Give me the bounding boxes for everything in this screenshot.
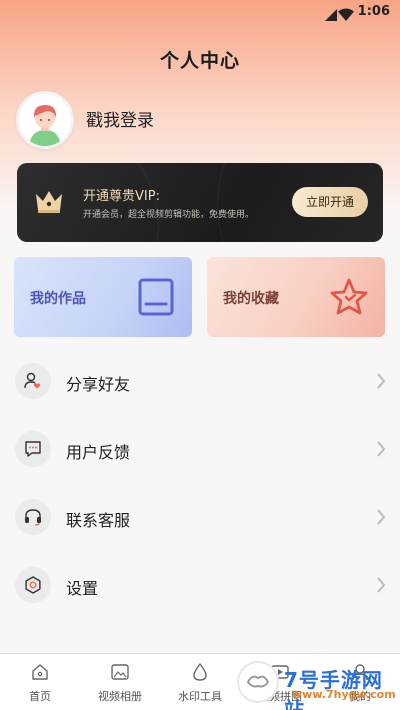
feedback-icon: [15, 431, 51, 467]
menu-item-feedback[interactable]: 用户反馈: [0, 419, 400, 479]
nav-watermark-tool[interactable]: 水印工具: [160, 654, 240, 710]
watermark-url: www.7hygw.com: [292, 688, 396, 701]
nav-label: 水印工具: [178, 690, 222, 703]
menu-item-settings[interactable]: 设置: [0, 555, 400, 615]
vip-open-button[interactable]: 立即开通: [292, 187, 368, 217]
site-watermark: 7号手游网站 www.7hygw.com: [236, 660, 398, 710]
menu-label: 联系客服: [66, 511, 131, 530]
my-works-card[interactable]: 我的作品: [14, 257, 192, 337]
menu-label: 用户反馈: [66, 443, 131, 462]
photo-icon: [111, 664, 129, 680]
wifi-icon: [338, 6, 354, 25]
home-icon: [32, 664, 48, 680]
nav-label: 首页: [29, 690, 51, 703]
my-works-label: 我的作品: [30, 291, 86, 307]
status-bar: 1:06: [0, 0, 400, 26]
vip-title: 开通尊贵VIP:: [83, 189, 160, 204]
chevron-right-icon: [376, 577, 386, 597]
album-icon: [136, 277, 176, 321]
cell-signal-icon: [325, 6, 337, 25]
profile-screen: 1:06 个人中心 戳我登录 开通尊贵VIP: 开通会员，超全视频剪辑功能，免费…: [0, 0, 400, 710]
chevron-right-icon: [376, 441, 386, 461]
nav-video-album[interactable]: 视频相册: [80, 654, 160, 710]
menu-item-contact-service[interactable]: 联系客服: [0, 487, 400, 547]
avatar[interactable]: [16, 91, 74, 149]
menu-label: 设置: [66, 579, 99, 598]
menu-item-share[interactable]: 分享好友: [0, 351, 400, 411]
avatar-icon: [19, 94, 71, 146]
nav-label: 视频相册: [98, 690, 142, 703]
crown-icon: [34, 188, 64, 218]
my-favorites-label: 我的收藏: [223, 291, 279, 307]
status-time: 1:06: [357, 4, 390, 19]
watermark-tool-icon: [193, 662, 207, 681]
login-link[interactable]: 戳我登录: [86, 106, 154, 131]
watermark-logo-icon: [237, 661, 279, 703]
page-title: 个人中心: [159, 50, 240, 72]
star-icon: [329, 277, 369, 321]
watermark-text: 7号手游网站: [284, 668, 383, 710]
chevron-right-icon: [376, 509, 386, 529]
vip-description: 开通会员，超全视频剪辑功能，免费使用。: [83, 210, 255, 220]
vip-banner[interactable]: 开通尊贵VIP: 开通会员，超全视频剪辑功能，免费使用。 立即开通: [17, 163, 383, 242]
nav-home[interactable]: 首页: [0, 654, 80, 710]
settings-icon: [15, 567, 51, 603]
my-favorites-card[interactable]: 我的收藏: [207, 257, 385, 337]
headset-icon: [15, 499, 51, 535]
share-friend-icon: [15, 363, 51, 399]
menu-label: 分享好友: [66, 375, 131, 394]
chevron-right-icon: [376, 373, 386, 393]
